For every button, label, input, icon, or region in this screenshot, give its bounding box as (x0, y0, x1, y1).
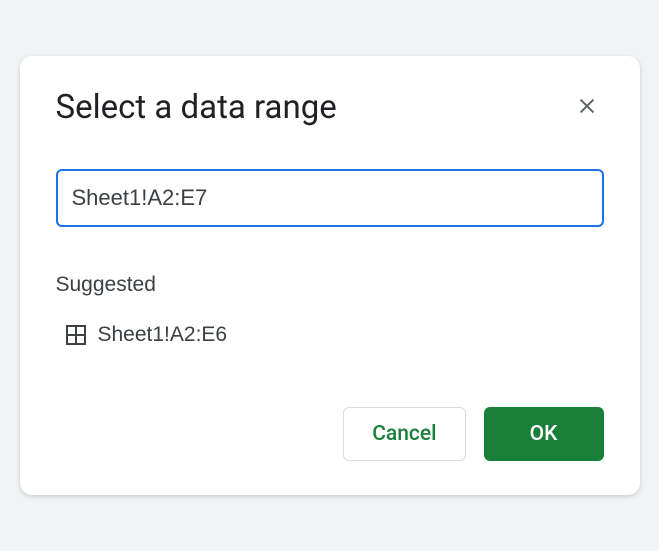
suggestion-item[interactable]: Sheet1!A2:E6 (56, 319, 604, 351)
select-range-dialog: Select a data range Suggested Sheet1!A2:… (20, 56, 640, 495)
suggestion-label: Sheet1!A2:E6 (98, 323, 228, 347)
suggested-heading: Suggested (56, 273, 604, 297)
close-icon (576, 95, 598, 120)
grid-icon (64, 323, 88, 347)
cancel-button[interactable]: Cancel (343, 407, 465, 461)
close-button[interactable] (570, 89, 604, 126)
dialog-title: Select a data range (56, 88, 337, 127)
dialog-header: Select a data range (56, 88, 604, 127)
range-input-container (56, 169, 604, 227)
dialog-footer: Cancel OK (56, 407, 604, 461)
range-input[interactable] (58, 185, 602, 211)
ok-button[interactable]: OK (484, 407, 604, 461)
